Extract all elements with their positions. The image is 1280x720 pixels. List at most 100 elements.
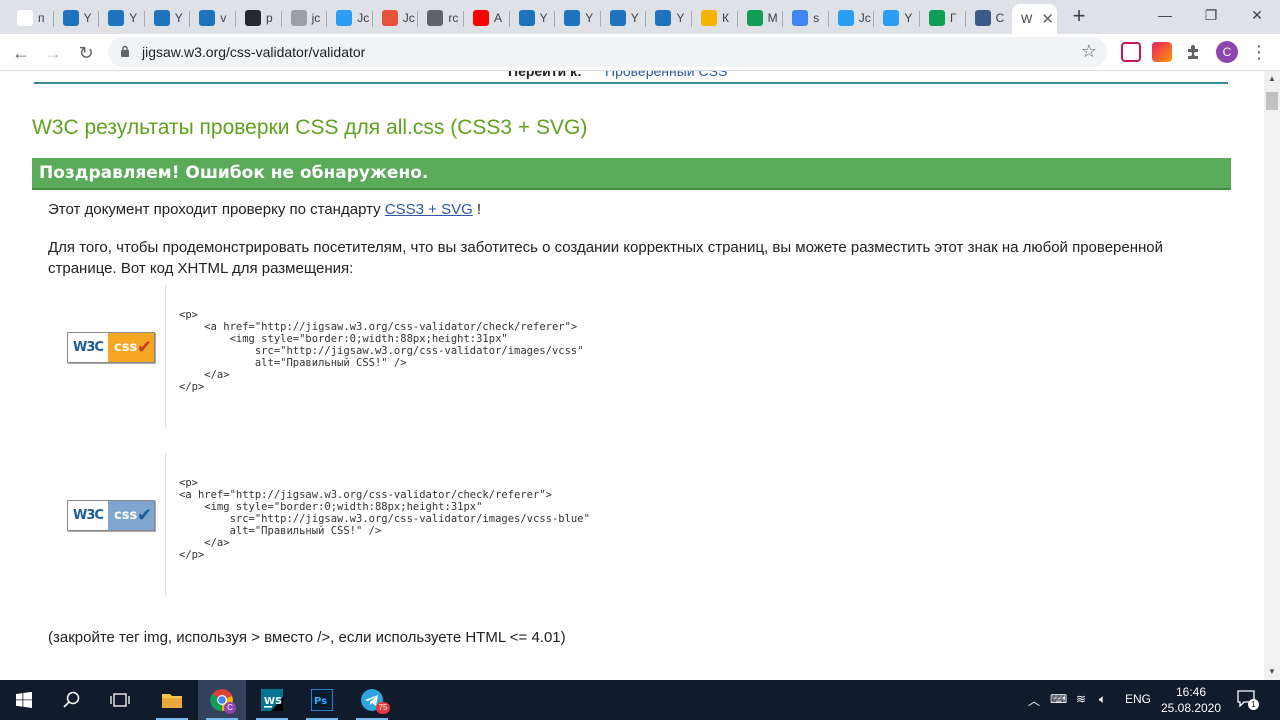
nav-link-validated-css[interactable]: Проверенный CSS [605,71,727,79]
tab-label: s [813,11,820,25]
globe-icon [290,10,307,26]
tab-label: Y [630,11,639,25]
extensions-puzzle-icon[interactable] [1184,42,1204,62]
tab[interactable]: Y [510,4,555,32]
tab-label: W [1021,12,1033,26]
volume-icon[interactable]: 🔈︎ [1099,692,1106,707]
tab[interactable]: Y [555,4,600,32]
svg-text:Ps: Ps [314,696,327,707]
globe-icon [427,10,444,26]
tab[interactable]: Jс [829,4,874,32]
webstorm-icon[interactable]: WS [248,680,296,720]
scroll-down-arrow-icon[interactable]: ▼ [1264,664,1280,680]
ime-icon[interactable]: ⌨ [1050,692,1067,706]
language-indicator[interactable]: ENG [1125,692,1151,706]
scroll-up-arrow-icon[interactable]: ▲ [1264,71,1280,87]
task-view-icon[interactable] [96,680,144,720]
tab[interactable]: Y [99,4,144,32]
tab-label: Y [83,11,92,25]
address-bar[interactable]: jigsaw.w3.org/css-validator/validator ☆ [108,37,1107,67]
telegram-unread-badge: 75 [376,702,390,714]
tab-label: Jс [357,11,370,25]
nav-divider [34,82,1228,84]
windows-start-icon[interactable] [0,680,48,720]
notification-count: 1 [1248,699,1259,710]
profile-avatar[interactable]: С [1216,41,1238,63]
tab[interactable]: v [190,4,235,32]
profile-link[interactable]: CSS3 + SVG [385,201,473,218]
telegram-icon[interactable]: 75 [348,680,396,720]
w3c-css-badge-blue[interactable]: W3C css ✔ [67,500,155,531]
minimize-button[interactable]: — [1142,0,1188,30]
tab[interactable]: М [738,4,783,32]
tab-label: Jс [858,11,871,25]
tab[interactable]: Y [646,4,691,32]
tab-separator [782,11,784,27]
scroll-thumb[interactable] [1266,92,1278,110]
badge-code-snippet-blue[interactable]: <p> <a href="http://jigsaw.w3.org/css-va… [179,477,590,561]
tab[interactable]: jc [282,4,327,32]
tab[interactable]: К [692,4,737,32]
tab-label: Г [950,11,957,25]
tab-separator [645,11,647,27]
reload-button[interactable]: ↻ [73,40,99,66]
tab[interactable]: С [966,4,1011,32]
tab-separator [189,11,191,27]
tab[interactable]: Y [874,4,919,32]
badge-instructions: Для того, чтобы продемонстрировать посет… [48,239,1164,277]
tab-label: Y [539,11,548,25]
webstorm-icon [199,10,216,26]
close-window-button[interactable]: ✕ [1234,0,1280,30]
closing-note: (закройте тег img, используя > вместо />… [48,629,566,646]
close-tab-icon[interactable]: ✕ [1041,10,1054,28]
webstorm-icon [609,10,626,26]
browser-menu-icon[interactable]: ⋮ [1250,41,1268,63]
tab[interactable]: s [783,4,828,32]
tab-separator [326,11,328,27]
validation-statement: Этот документ проходит проверку по станд… [48,201,481,218]
lock-icon[interactable] [120,45,130,57]
chrome-icon[interactable]: C [198,680,246,720]
wifi-icon[interactable]: ≋ [1076,692,1086,706]
url-text[interactable]: jigsaw.w3.org/css-validator/validator [142,44,365,60]
plane-icon [883,10,900,26]
back-button[interactable]: ← [8,40,34,66]
page-content: Перейти к: Проверенный CSS W3C результат… [0,71,1264,680]
checkmark-icon: ✔ [136,505,152,526]
tab[interactable]: Y [601,4,646,32]
tab[interactable]: Y [145,4,190,32]
extension-pocket-icon[interactable] [1121,42,1141,62]
search-icon[interactable] [48,680,96,720]
vertical-scrollbar[interactable]: ▲ ▼ [1264,71,1280,680]
tab-separator [280,11,282,27]
tab[interactable]: п [8,4,53,32]
w3c-css-badge[interactable]: W3C css ✔ [67,332,155,363]
extension-color-icon[interactable] [1152,42,1172,62]
tab-label: p [266,11,273,25]
show-hidden-icons-icon[interactable]: ︿ [1028,692,1040,709]
tab-separator [52,11,54,27]
statement-end: ! [472,201,482,218]
new-tab-button[interactable]: + [1068,5,1090,27]
tab-separator [827,11,829,27]
file-explorer-icon[interactable] [148,680,196,720]
tab[interactable]: rc [418,4,463,32]
tab-active[interactable]: W ✕ [1012,4,1057,34]
tab[interactable]: Y [54,4,99,32]
action-center-icon[interactable]: 1 [1236,689,1259,711]
github-icon [245,10,261,26]
system-clock[interactable]: 16:46 25.08.2020 [1160,684,1222,716]
restore-button[interactable]: ❐ [1188,0,1234,30]
badge-code-snippet[interactable]: <p> <a href="http://jigsaw.w3.org/css-va… [179,309,584,393]
tab[interactable]: p [236,4,281,32]
forward-button[interactable]: → [40,40,66,66]
drive-icon [746,10,763,26]
webstorm-icon [62,10,79,26]
photoshop-icon[interactable]: Ps [298,680,346,720]
bookmark-star-icon[interactable]: ☆ [1081,41,1097,62]
tab-label: jc [311,11,321,25]
tab[interactable]: Г [920,4,965,32]
tab[interactable]: Jс [373,4,418,32]
tab[interactable]: А [464,4,509,32]
tab[interactable]: Jс [327,4,372,32]
